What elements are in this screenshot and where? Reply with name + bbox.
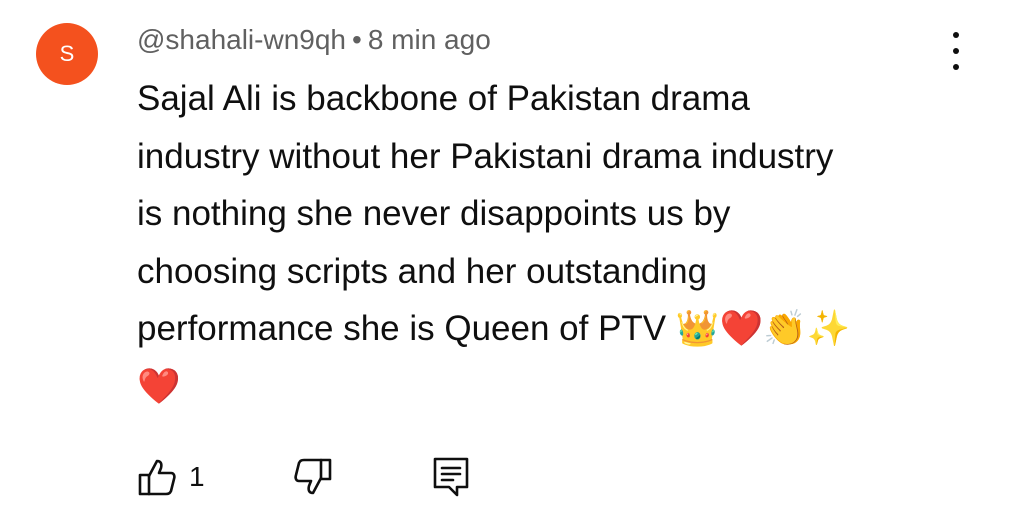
thumbs-up-icon — [138, 459, 176, 496]
like-count: 1 — [189, 461, 205, 492]
meta-separator: • — [352, 24, 362, 55]
dislike-button[interactable] — [293, 457, 333, 497]
more-dot — [953, 48, 959, 54]
like-button[interactable]: 1 — [137, 457, 205, 497]
reply-button[interactable] — [431, 456, 471, 498]
more-dot — [953, 32, 959, 38]
reply-comment-icon — [433, 457, 468, 497]
avatar-letter: S — [59, 41, 75, 66]
comment-meta: @shahali-wn9qh • 8 min ago — [137, 20, 491, 60]
author-handle[interactable]: @shahali-wn9qh — [137, 24, 346, 55]
comment-actions: 1 — [137, 452, 471, 502]
comment-text: Sajal Ali is backbone of Pakistan drama … — [137, 79, 851, 406]
avatar[interactable]: S — [36, 23, 98, 85]
more-vertical-icon[interactable] — [940, 28, 972, 74]
comment-timestamp[interactable]: 8 min ago — [368, 24, 491, 55]
thumbs-down-icon — [293, 458, 331, 495]
